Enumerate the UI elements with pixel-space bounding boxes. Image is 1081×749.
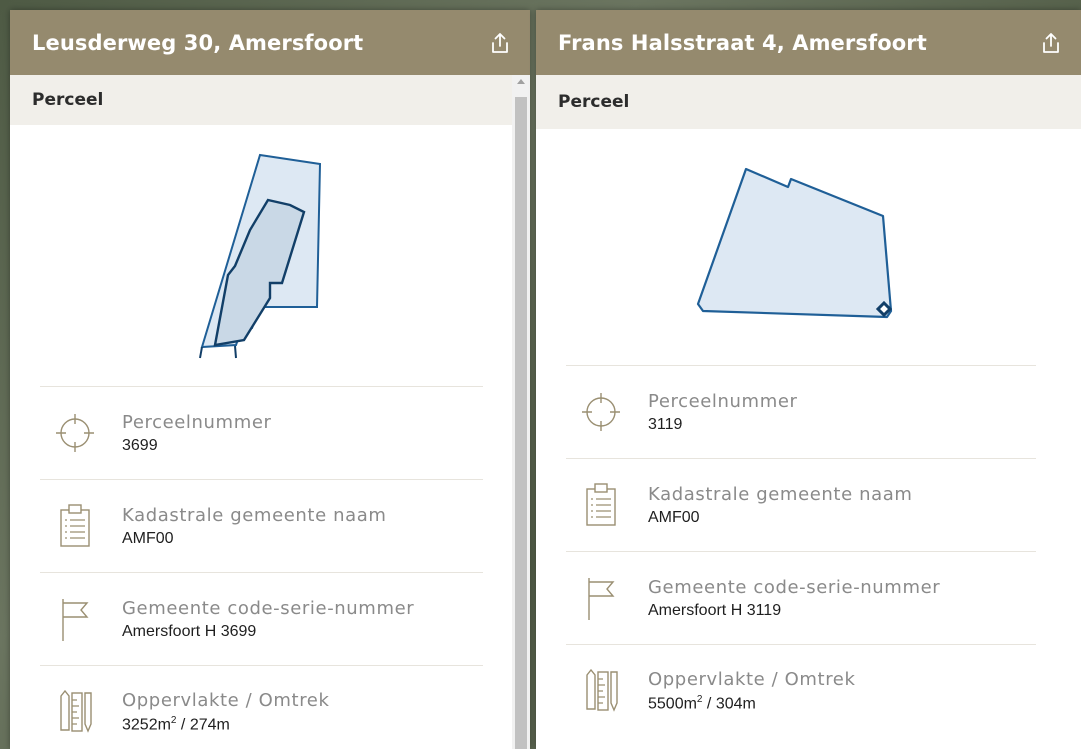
info-label: Gemeente code-serie-nummer [648,576,941,598]
panel-header: Frans Halsstraat 4, Amersfoort [536,10,1081,75]
flag-icon [576,573,626,623]
panel-header: Leusderweg 30, Amersfoort [10,10,530,75]
info-value: 3252m2 / 274m [122,715,330,734]
crosshair-icon [50,408,100,458]
clipboard-icon [50,501,100,551]
info-label: Oppervlakte / Omtrek [122,689,330,711]
area-value: 3252m [122,716,171,734]
row-oppervlakte: Oppervlakte / Omtrek 5500m2 / 304m [566,644,1036,737]
flag-icon [50,594,100,644]
info-label: Kadastrale gemeente naam [648,483,913,505]
info-value: AMF00 [122,529,174,547]
info-value: 5500m2 / 304m [648,694,856,713]
parcel-shape [199,153,322,359]
share-button[interactable] [486,29,514,57]
parcel-panel-right: Frans Halsstraat 4, Amersfoort Perceel P… [536,10,1081,749]
info-list: Perceelnummer 3119 Kadastrale gemeente n… [566,365,1036,737]
clipboard-icon [576,480,626,530]
parcel-shape [696,167,893,319]
ruler-icon [50,687,100,737]
section-title: Perceel [536,75,1081,129]
info-list: Perceelnummer 3699 Kadastrale gemeente n… [40,386,483,749]
info-label: Oppervlakte / Omtrek [648,668,856,690]
share-button[interactable] [1037,29,1065,57]
row-perceelnummer: Perceelnummer 3699 [40,386,483,479]
scrollbar[interactable] [512,75,530,749]
info-label: Perceelnummer [122,411,272,433]
scroll-up-arrow[interactable] [517,79,525,84]
panel-title: Leusderweg 30, Amersfoort [32,30,364,55]
area-value: 5500m [648,695,697,713]
info-label: Perceelnummer [648,390,798,412]
ruler-icon [576,666,626,716]
section-title: Perceel [10,75,530,125]
info-label: Gemeente code-serie-nummer [122,597,415,619]
crosshair-icon [576,387,626,437]
info-value: AMF00 [648,508,700,526]
scroll-thumb[interactable] [515,97,527,749]
info-value: 3119 [648,415,683,433]
share-icon [492,32,508,53]
row-kadastrale-gemeente: Kadastrale gemeente naam AMF00 [40,479,483,572]
row-gemeente-code: Gemeente code-serie-nummer Amersfoort H … [40,572,483,665]
info-value: Amersfoort H 3119 [648,601,782,619]
perimeter-value: / 274m [176,716,230,734]
row-kadastrale-gemeente: Kadastrale gemeente naam AMF00 [566,458,1036,551]
perimeter-value: / 304m [702,695,756,713]
share-icon [1043,32,1059,53]
info-label: Kadastrale gemeente naam [122,504,387,526]
parcel-panel-left: Leusderweg 30, Amersfoort Perceel Percee… [10,10,530,749]
row-perceelnummer: Perceelnummer 3119 [566,365,1036,458]
panel-title: Frans Halsstraat 4, Amersfoort [558,30,927,55]
info-value: 3699 [122,436,158,454]
row-gemeente-code: Gemeente code-serie-nummer Amersfoort H … [566,551,1036,644]
info-value: Amersfoort H 3699 [122,622,257,640]
row-oppervlakte: Oppervlakte / Omtrek 3252m2 / 274m [40,665,483,749]
